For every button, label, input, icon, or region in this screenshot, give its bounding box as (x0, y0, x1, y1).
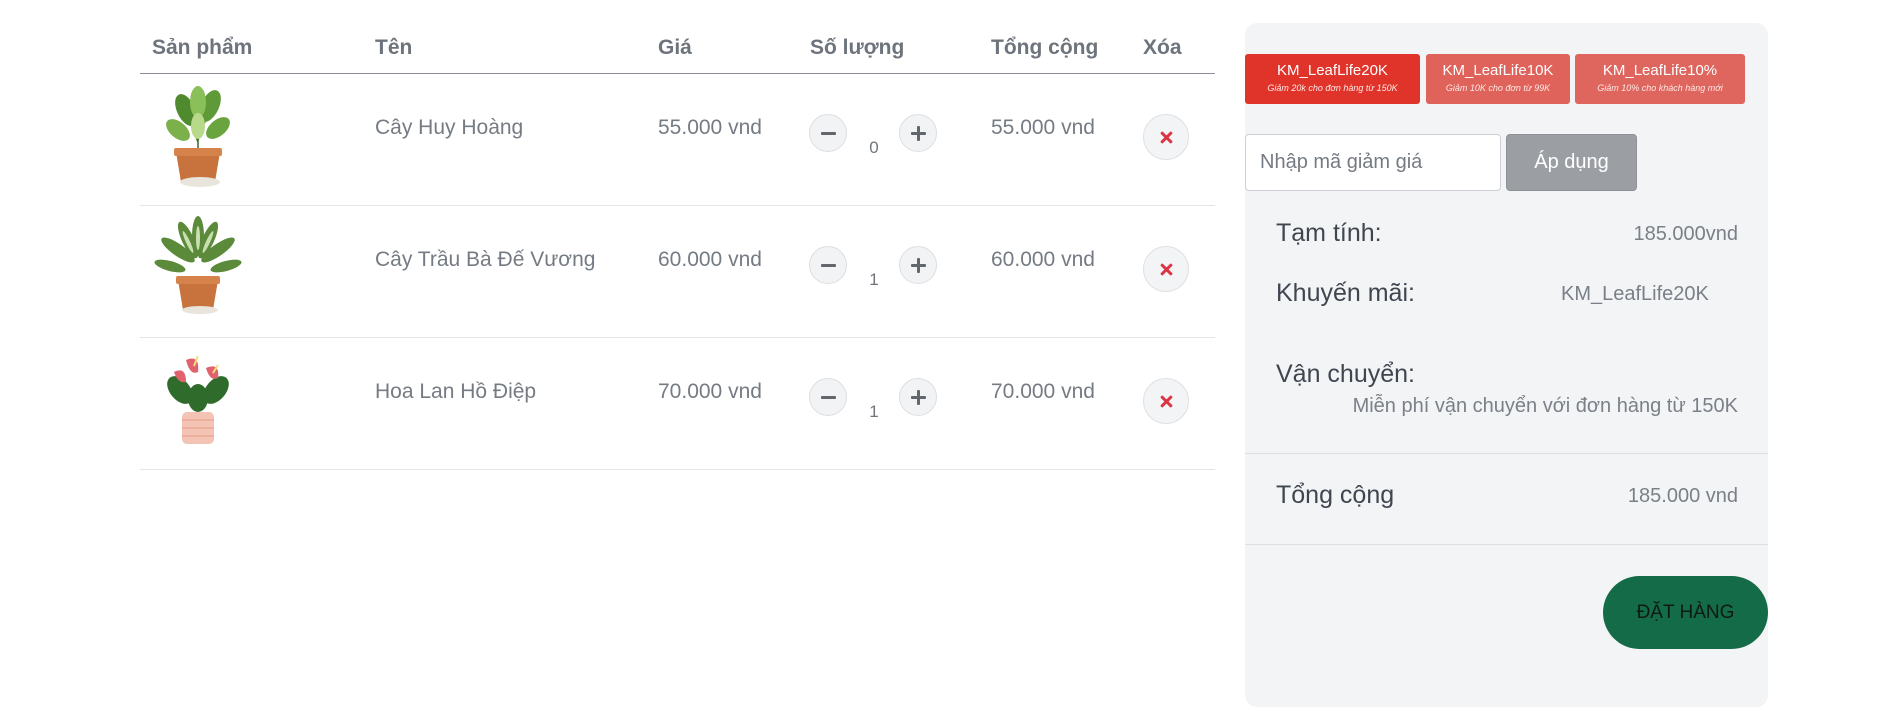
potted-plant-image (166, 86, 230, 187)
coupon-button[interactable]: KM_LeafLife20K Giảm 20k cho đơn hàng từ … (1245, 54, 1420, 104)
potted-plant-image (154, 216, 242, 314)
cart-table-header: Sản phẩm Tên Giá Số lượng Tổng cộng Xóa (140, 28, 1215, 74)
order-summary-panel: KM_LeafLife20K Giảm 20k cho đơn hàng từ … (1245, 23, 1768, 707)
place-order-button[interactable]: ĐẶT HÀNG (1603, 576, 1768, 649)
product-name: Hoa Lan Hồ Điệp (375, 380, 537, 403)
header-quantity: Số lượng (810, 36, 905, 59)
coupon-description: Giảm 10K cho đơn từ 99K (1445, 83, 1551, 93)
product-name: Cây Huy Hoàng (375, 116, 524, 139)
subtotal-value: 185.000vnd (1633, 223, 1738, 245)
coupon-code: KM_LeafLife20K (1277, 62, 1388, 79)
potted-plant-image (167, 355, 229, 444)
increase-quantity-button[interactable] (899, 114, 937, 152)
minus-icon (820, 263, 836, 267)
line-total: 55.000 vnd (991, 116, 1095, 139)
remove-item-button[interactable] (1143, 114, 1189, 160)
table-row: Hoa Lan Hồ Điệp 70.000 vnd 1 70.000 vnd (140, 338, 1215, 470)
grand-total-value: 185.000 vnd (1627, 485, 1738, 507)
coupon-description: Giảm 10% cho khách hàng mới (1597, 83, 1723, 93)
divider (1245, 453, 1768, 454)
line-total: 70.000 vnd (991, 380, 1095, 403)
table-row: Cây Trầu Bà Đế Vương 60.000 vnd 1 60.000… (140, 206, 1215, 338)
table-row: Cây Huy Hoàng 55.000 vnd 0 55.000 vnd (140, 74, 1215, 206)
decrease-quantity-button[interactable] (809, 378, 847, 416)
header-product: Sản phẩm (152, 36, 253, 59)
header-remove: Xóa (1143, 36, 1182, 59)
quantity-value: 0 (869, 138, 879, 157)
remove-item-button[interactable] (1143, 246, 1189, 292)
coupon-code: KM_LeafLife10K (1442, 62, 1554, 79)
promotion-value: KM_LeafLife20K (1561, 283, 1709, 305)
shipping-label: Vận chuyển: (1276, 360, 1415, 388)
quantity-stepper: 1 (809, 378, 939, 448)
line-total: 60.000 vnd (991, 248, 1095, 271)
quantity-stepper: 1 (809, 246, 939, 316)
minus-icon (820, 131, 836, 135)
remove-item-button[interactable] (1143, 378, 1189, 424)
header-name: Tên (375, 36, 413, 59)
quantity-value: 1 (869, 402, 879, 421)
coupon-code: KM_LeafLife10% (1602, 62, 1718, 79)
quantity-stepper: 0 (809, 114, 939, 184)
shipping-note: Miễn phí vận chuyển với đơn hàng từ 150K (1352, 395, 1738, 417)
increase-quantity-button[interactable] (899, 378, 937, 416)
subtotal-label: Tạm tính: (1276, 219, 1382, 247)
decrease-quantity-button[interactable] (809, 246, 847, 284)
coupon-button[interactable]: KM_LeafLife10% Giảm 10% cho khách hàng m… (1575, 54, 1745, 104)
divider (1245, 544, 1768, 545)
product-price: 70.000 vnd (658, 380, 762, 403)
discount-code-input[interactable] (1245, 134, 1501, 191)
product-price: 55.000 vnd (658, 116, 762, 139)
decrease-quantity-button[interactable] (809, 114, 847, 152)
product-price: 60.000 vnd (658, 248, 762, 271)
quantity-value: 1 (869, 270, 879, 289)
coupon-button[interactable]: KM_LeafLife10K Giảm 10K cho đơn từ 99K (1426, 54, 1570, 104)
apply-discount-button[interactable]: Áp dụng (1506, 134, 1637, 191)
increase-quantity-button[interactable] (899, 246, 937, 284)
header-price: Giá (658, 36, 692, 59)
minus-icon (820, 395, 836, 399)
coupon-description: Giảm 20k cho đơn hàng từ 150K (1267, 83, 1398, 93)
cart-table: Sản phẩm Tên Giá Số lượng Tổng cộng Xóa … (140, 28, 1215, 470)
grand-total-label: Tổng cộng (1276, 481, 1395, 509)
product-name: Cây Trầu Bà Đế Vương (375, 248, 596, 271)
promotion-label: Khuyến mãi: (1276, 279, 1415, 307)
header-total: Tổng cộng (991, 36, 1099, 59)
